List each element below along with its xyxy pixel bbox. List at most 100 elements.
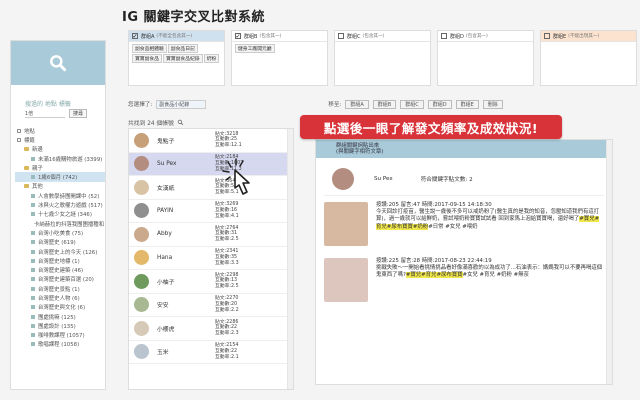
matched-hashtag: #尿布寶寶 <box>386 223 413 230</box>
tree-node-label: 新邊 <box>32 147 43 154</box>
tree-node[interactable]: 地點 <box>15 126 105 135</box>
avatar <box>134 297 149 313</box>
keyword-group-header[interactable]: 群組E (不能出現其一) <box>541 31 636 42</box>
checkbox-icon <box>17 137 21 142</box>
keyword-tag[interactable]: 奶粉 <box>203 54 220 63</box>
post-body: 按讚:225 留言:28 時間:2017-08-23 22:44:19 挑戰失敗～… <box>376 258 604 308</box>
avatar <box>134 250 149 266</box>
sidebar: 搜過的 地點 標籤 1倍 搜尋 地點 標籤 新邊 未滿16歲購物旅遊 (3399) 親子… <box>10 40 106 390</box>
keyword-group-header[interactable]: ✓ 群組B (包含其一) <box>232 31 327 42</box>
tree-node[interactable]: 新邊 <box>15 145 105 154</box>
tree-node-label: 地點 <box>24 128 35 135</box>
group-name: 群組A <box>141 33 155 40</box>
tree-node[interactable]: 台灣歷史建築 (46) <box>15 265 105 274</box>
account-stat-posts: 貼文:2154 <box>215 343 239 349</box>
move-to-button[interactable]: 群組B <box>372 99 397 109</box>
account-row[interactable]: 女漢紙 貼文:364 互動數:51 互動率:5.1 <box>129 176 293 200</box>
account-row[interactable]: PAYIN 貼文:3269 互動數:16 互動率:4.1 <box>129 200 293 223</box>
account-row[interactable]: 安安 貼文:2270 互動數:20 互動率:2.2 <box>129 294 293 317</box>
tree-node[interactable]: 冰與火之歌權力遊戲 (517) <box>15 200 105 209</box>
keyword-tag[interactable]: 健身工廠開元廳 <box>235 44 275 53</box>
tree-node[interactable]: 台灣歷史上的今天 (126) <box>15 247 105 256</box>
account-row[interactable]: 鬼點子 貼文:3218 互動數:25 互動率:12.1 <box>129 129 293 153</box>
tag-icon <box>31 249 35 254</box>
tree-node[interactable]: 其他 <box>15 182 105 191</box>
search-panel[interactable] <box>11 41 105 85</box>
account-stat-likes: 互動數:35 <box>215 254 238 260</box>
post-item[interactable]: 按讚:225 留言:28 時間:2017-08-23 22:44:19 挑戰失敗～… <box>324 258 604 308</box>
tree-node[interactable]: 人會數學詩團開課中 (52) <box>15 191 105 200</box>
tree-node[interactable]: 台灣小吃美食 (75) <box>15 228 105 237</box>
promo-banner: 點選後一眼了解發文頻率及成效狀況! <box>300 115 562 139</box>
tree-node[interactable]: 十七歲少女之謎 (346) <box>15 210 105 219</box>
selected-keyword-field[interactable]: 副食品小紀錄 <box>156 99 207 109</box>
search-icon[interactable] <box>48 53 68 73</box>
tree-node[interactable]: 台灣歷史人物 (6) <box>15 293 105 302</box>
selected-label: 您選擇了: <box>128 102 153 108</box>
group-rule: (不能全包含其一) <box>156 34 193 39</box>
group-checkbox[interactable] <box>441 33 447 39</box>
account-row[interactable]: 小柚子 貼文:2298 互動數:13 互動率:2.5 <box>129 270 293 294</box>
group-tags: 健身工廠開元廳 <box>232 42 327 55</box>
search-button[interactable]: 搜尋 <box>69 109 88 118</box>
move-to-button[interactable]: 群組E <box>455 99 479 109</box>
keyword-tag[interactable]: 副食品相體驗 <box>132 44 167 53</box>
tree-node[interactable]: 台灣歷史 (619) <box>15 238 105 247</box>
tree-node-label: 未滿16歲購物旅遊 (3399) <box>38 156 103 163</box>
account-stat-rate: 互動率:2.5 <box>215 237 239 243</box>
selection-toolbar: 您選擇了: 副食品小紀錄 移至: 群組A 群組B 群組C 群組D 群組E 刪除 <box>128 98 638 110</box>
post-thumbnail[interactable] <box>324 202 368 246</box>
keyword-group-header[interactable]: ✓ 群組A (不能全包含其一) <box>129 31 224 42</box>
post-body: 按讚:205 留言:47 時間:2017-09-15 14:18:30 今天回診打… <box>376 202 604 252</box>
tree-node-label: 台灣歷史景點 (1) <box>38 286 80 293</box>
tree-node[interactable]: 咖啡教課程 (1057) <box>15 331 105 340</box>
tree-node-label: 台灣歷史人物 (6) <box>38 295 80 302</box>
tree-node-label: 十七歲少女之謎 (346) <box>38 212 92 219</box>
tree-node[interactable]: 團處設計 (135) <box>15 321 105 330</box>
keyword-group-header[interactable]: 群組D (包含其一) <box>438 31 533 42</box>
tag-icon <box>31 230 35 235</box>
group-checkbox[interactable]: ✓ <box>132 33 138 40</box>
tree-node[interactable]: 歌唱課程 (1058) <box>15 340 105 349</box>
account-row[interactable]: Abby 貼文:2764 互動數:31 互動率:2.5 <box>129 223 293 247</box>
move-to-button[interactable]: 群組C <box>400 99 424 109</box>
account-row[interactable]: Hana 貼文:2341 互動數:35 互動率:3.3 <box>129 247 293 270</box>
keyword-tag[interactable]: 寶寶副食品 <box>132 54 162 63</box>
search-icon[interactable] <box>177 119 184 126</box>
tree-node[interactable]: 標籤 <box>15 135 105 144</box>
account-row[interactable]: Su Pex貼文:2184互動數:1007互動率:11.3 <box>129 152 293 176</box>
account-stat-likes: 互動數:20 <box>215 301 238 307</box>
move-to-button[interactable]: 群組A <box>345 99 369 109</box>
avatar <box>134 156 149 172</box>
tree-node[interactable]: 未滿16歲購物旅遊 (3399) <box>15 154 105 163</box>
tree-node[interactable]: 台灣歷史與文化 (6) <box>15 303 105 312</box>
group-checkbox[interactable]: ✓ <box>235 33 241 40</box>
move-to-button[interactable]: 群組D <box>427 99 452 109</box>
group-checkbox[interactable] <box>338 33 344 39</box>
post-thumbnail[interactable] <box>324 258 368 302</box>
search-scope-select[interactable]: 1倍 <box>25 110 65 118</box>
keyword-group-header[interactable]: 群組C (包含其一) <box>335 31 430 42</box>
matched-hashtag: #寶兒 <box>405 272 422 279</box>
tree-node[interactable]: 台灣歷史建築百選 (20) <box>15 275 105 284</box>
avatar <box>134 344 149 360</box>
tree-node[interactable]: 團處挑嘛 (125) <box>15 312 105 321</box>
post-item[interactable]: 按讚:205 留言:47 時間:2017-09-15 14:18:30 今天回診打… <box>324 202 604 252</box>
tree-node[interactable]: 1歲6個月 (742) <box>15 172 105 182</box>
keyword-tag[interactable]: 寶寶副食品紀錄 <box>163 54 203 63</box>
move-to-button[interactable]: 刪除 <box>482 99 503 109</box>
avatar <box>134 320 149 336</box>
avatar <box>134 132 149 148</box>
tree-node[interactable]: 卡納赫拉的抖落我團團播種和 (354) <box>15 219 105 228</box>
account-name: 鬼點子 <box>157 138 175 145</box>
tree-node[interactable]: 親子 <box>15 163 105 172</box>
post-text: 挑戰失敗～一開始看挑情挑品看好像滿喜歡的以為成功了...石油表示：媽媽我可以不要… <box>376 265 604 279</box>
group-checkbox[interactable] <box>544 33 550 39</box>
account-row[interactable]: 玉米 貼文:2154 互動數:22 互動率:2.1 <box>129 341 293 364</box>
keyword-tag[interactable]: 副食品日記 <box>167 44 198 53</box>
account-list-scrollbar[interactable] <box>287 129 293 389</box>
account-row[interactable]: 小櫻虎 貼文:2286 互動數:22 互動率:2.3 <box>129 317 293 341</box>
detail-scrollbar[interactable] <box>606 140 612 384</box>
tree-node[interactable]: 台灣歷史地標 (1) <box>15 256 105 265</box>
tree-node[interactable]: 台灣歷史景點 (1) <box>15 284 105 293</box>
